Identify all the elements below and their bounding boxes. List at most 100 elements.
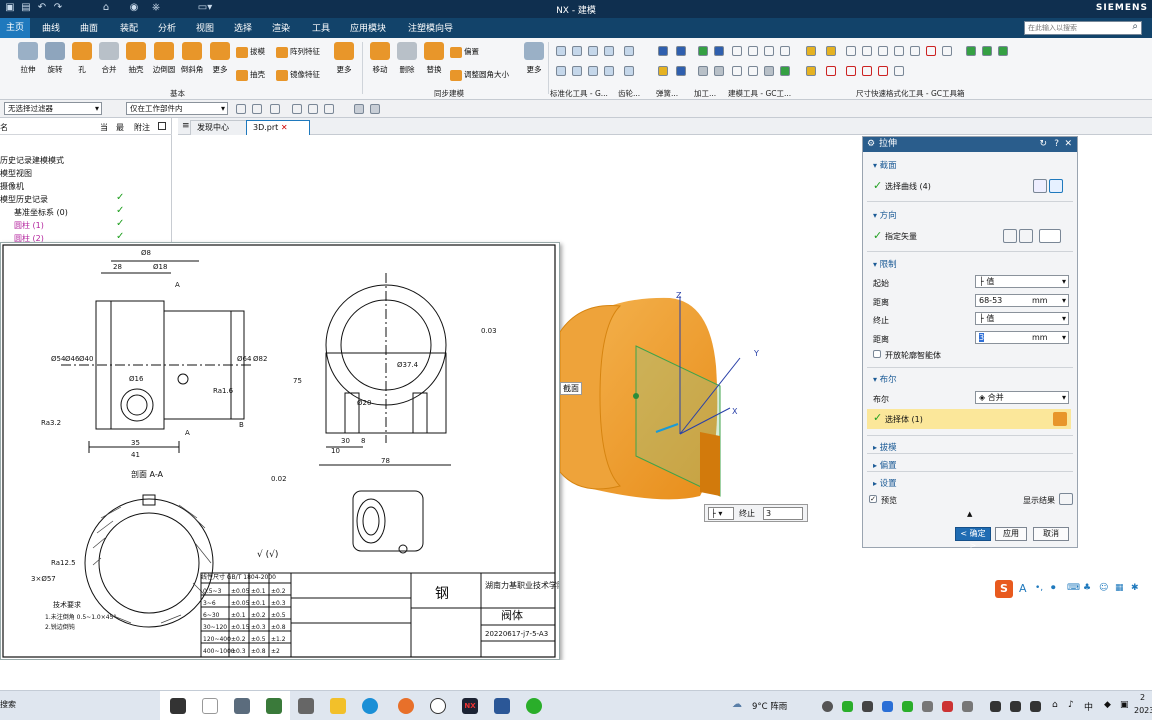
resize-blend-button[interactable]: 调整圆角大小 bbox=[450, 69, 509, 81]
hole-button[interactable]: 孔 bbox=[68, 42, 96, 75]
clock-time[interactable]: 2 bbox=[1140, 693, 1145, 702]
snap-icon-1[interactable] bbox=[236, 104, 246, 114]
weather-text[interactable]: 9°C 阵雨 bbox=[752, 700, 787, 712]
reverse-vector-icon[interactable] bbox=[1003, 229, 1017, 243]
firefox-icon[interactable] bbox=[398, 698, 414, 714]
section-header-limits[interactable]: 限制 bbox=[873, 258, 897, 270]
end-type-select[interactable]: ├ 值 bbox=[975, 312, 1069, 325]
settings-app-icon[interactable] bbox=[430, 698, 446, 714]
defender-icon[interactable]: ◆ bbox=[1104, 700, 1111, 710]
pattern-feature-button[interactable]: 阵列特征 bbox=[276, 46, 320, 58]
std-tool-icon-5[interactable] bbox=[556, 66, 566, 76]
std-tool-icon-2[interactable] bbox=[572, 46, 582, 56]
menu-analysis[interactable]: 分析 bbox=[158, 21, 176, 34]
dim-tool-icon-17[interactable] bbox=[878, 66, 888, 76]
dim-tool-icon-15[interactable] bbox=[846, 66, 856, 76]
end-distance-input[interactable]: 3 mm bbox=[975, 331, 1069, 344]
menu-select[interactable]: 选择 bbox=[234, 21, 252, 34]
folder-icon[interactable] bbox=[330, 698, 346, 714]
gear-icon[interactable]: ⚙ bbox=[867, 137, 875, 152]
menu-assembly[interactable]: 装配 bbox=[120, 21, 138, 34]
tray-icon-5[interactable] bbox=[902, 701, 913, 712]
model-tool-icon-3[interactable] bbox=[764, 46, 774, 56]
nav-datum-csys[interactable]: 基准坐标系 (0) bbox=[14, 207, 68, 218]
tray-icon-1[interactable] bbox=[822, 701, 833, 712]
draft-button[interactable]: 拔模 bbox=[236, 46, 265, 58]
toolbox-icon[interactable]: ▦ bbox=[1115, 583, 1124, 593]
move-face-button[interactable]: 移动 bbox=[366, 42, 394, 75]
dim-tool-icon-1[interactable] bbox=[806, 46, 816, 56]
tray-icon-6[interactable] bbox=[922, 701, 933, 712]
machining-tool-icon-3[interactable] bbox=[698, 66, 708, 76]
dim-tool-icon-18[interactable] bbox=[894, 66, 904, 76]
menu-view[interactable]: 视图 bbox=[196, 21, 214, 34]
more-features-button[interactable]: 更多 bbox=[206, 42, 234, 75]
calculator-icon[interactable] bbox=[266, 698, 282, 714]
machining-tool-icon-2[interactable] bbox=[714, 46, 724, 56]
dim-tool-icon-9[interactable] bbox=[942, 46, 952, 56]
spring-tool-icon-4[interactable] bbox=[676, 66, 686, 76]
spring-tool-icon-3[interactable] bbox=[676, 46, 686, 56]
end-mode-dropdown[interactable]: ├ ▾ bbox=[708, 507, 734, 520]
nav-history-mode[interactable]: 历史记录建模模式 bbox=[0, 155, 64, 166]
settings-icon[interactable]: ✱ bbox=[1131, 583, 1139, 593]
menu-mold-wizard[interactable]: 注塑模向导 bbox=[408, 21, 453, 34]
nx-app-icon[interactable]: NX bbox=[462, 698, 478, 714]
std-tool-icon-3[interactable] bbox=[588, 46, 598, 56]
offset-face-button[interactable]: 偏置 bbox=[450, 46, 479, 58]
specify-vector-label[interactable]: 指定矢量 bbox=[885, 231, 917, 242]
solid-body-icon[interactable] bbox=[1053, 412, 1067, 426]
dim-tool-icon-16[interactable] bbox=[862, 66, 872, 76]
cancel-button[interactable]: 取消 bbox=[1033, 527, 1069, 541]
dim-tool-icon-13[interactable] bbox=[806, 66, 816, 76]
dim-tool-icon-5[interactable] bbox=[878, 46, 888, 56]
model-tool-icon-7[interactable] bbox=[764, 66, 774, 76]
clock-date[interactable]: 2023 bbox=[1134, 706, 1152, 715]
boolean-select[interactable]: ◈ 合并 bbox=[975, 391, 1069, 404]
task-view-icon[interactable] bbox=[170, 698, 186, 714]
extrude-button[interactable]: 拉伸 bbox=[14, 42, 42, 75]
shell-small-button[interactable]: 抽壳 bbox=[236, 69, 265, 81]
type-filter-select[interactable]: 无选择过滤器 bbox=[4, 102, 102, 115]
edge-blend-button[interactable]: 边倒圆 bbox=[150, 42, 178, 75]
start-distance-input[interactable]: 68-53 mm bbox=[975, 294, 1069, 307]
snap-icon-6[interactable] bbox=[324, 104, 334, 114]
reset-icon[interactable]: ↻ bbox=[1039, 137, 1047, 152]
section-header-boolean[interactable]: 布尔 bbox=[873, 373, 897, 385]
delete-face-button[interactable]: 删除 bbox=[393, 42, 421, 75]
open-profile-checkbox[interactable] bbox=[873, 350, 881, 358]
dim-tool-icon-4[interactable] bbox=[862, 46, 872, 56]
app-icon[interactable] bbox=[298, 698, 314, 714]
file-icon[interactable] bbox=[202, 698, 218, 714]
tab-3d-prt[interactable]: 3D.prt ✕ bbox=[246, 120, 310, 135]
dim-tool-icon-7[interactable] bbox=[910, 46, 920, 56]
english-mode-icon[interactable]: A bbox=[1019, 582, 1027, 595]
menu-applications[interactable]: 应用模块 bbox=[350, 21, 386, 34]
start-type-select[interactable]: ├ 值 bbox=[975, 275, 1069, 288]
apply-button[interactable]: 应用 bbox=[995, 527, 1027, 541]
keyboard-icon[interactable]: ⌨ bbox=[1067, 583, 1080, 593]
nav-cylinder-1[interactable]: 圆柱 (1) bbox=[14, 220, 44, 231]
section-header-direction[interactable]: 方向 bbox=[873, 209, 897, 221]
machining-tool-icon-4[interactable] bbox=[714, 66, 724, 76]
skin-icon[interactable]: ♣ bbox=[1083, 583, 1091, 593]
emoji-icon[interactable]: ☺ bbox=[1099, 583, 1108, 593]
maximize-icon[interactable] bbox=[158, 122, 166, 130]
snap-icon-3[interactable] bbox=[270, 104, 280, 114]
menu-tools[interactable]: 工具 bbox=[312, 21, 330, 34]
snap-icon-7[interactable] bbox=[354, 104, 364, 114]
notification-icon[interactable]: ▣ bbox=[1120, 700, 1129, 710]
std-tool-icon-4[interactable] bbox=[604, 46, 614, 56]
scope-select[interactable]: 仅在工作部件内 bbox=[126, 102, 228, 115]
tray-icon-7[interactable] bbox=[942, 701, 953, 712]
shell-button[interactable]: 抽壳 bbox=[122, 42, 150, 75]
more-sync-button[interactable]: 更多 bbox=[520, 42, 548, 75]
collapse-arrow-icon[interactable]: ▲ bbox=[967, 510, 972, 518]
nav-model-history[interactable]: 模型历史记录 bbox=[0, 194, 48, 205]
ok-button[interactable]: < 确定 > bbox=[955, 527, 991, 550]
model-tool-icon-6[interactable] bbox=[748, 66, 758, 76]
spring-tool-icon-1[interactable] bbox=[658, 46, 668, 56]
select-body-row[interactable]: ✓ 选择体 (1) bbox=[867, 409, 1071, 429]
edge-icon[interactable] bbox=[362, 698, 378, 714]
select-curve-label[interactable]: 选择曲线 (4) bbox=[885, 181, 931, 192]
